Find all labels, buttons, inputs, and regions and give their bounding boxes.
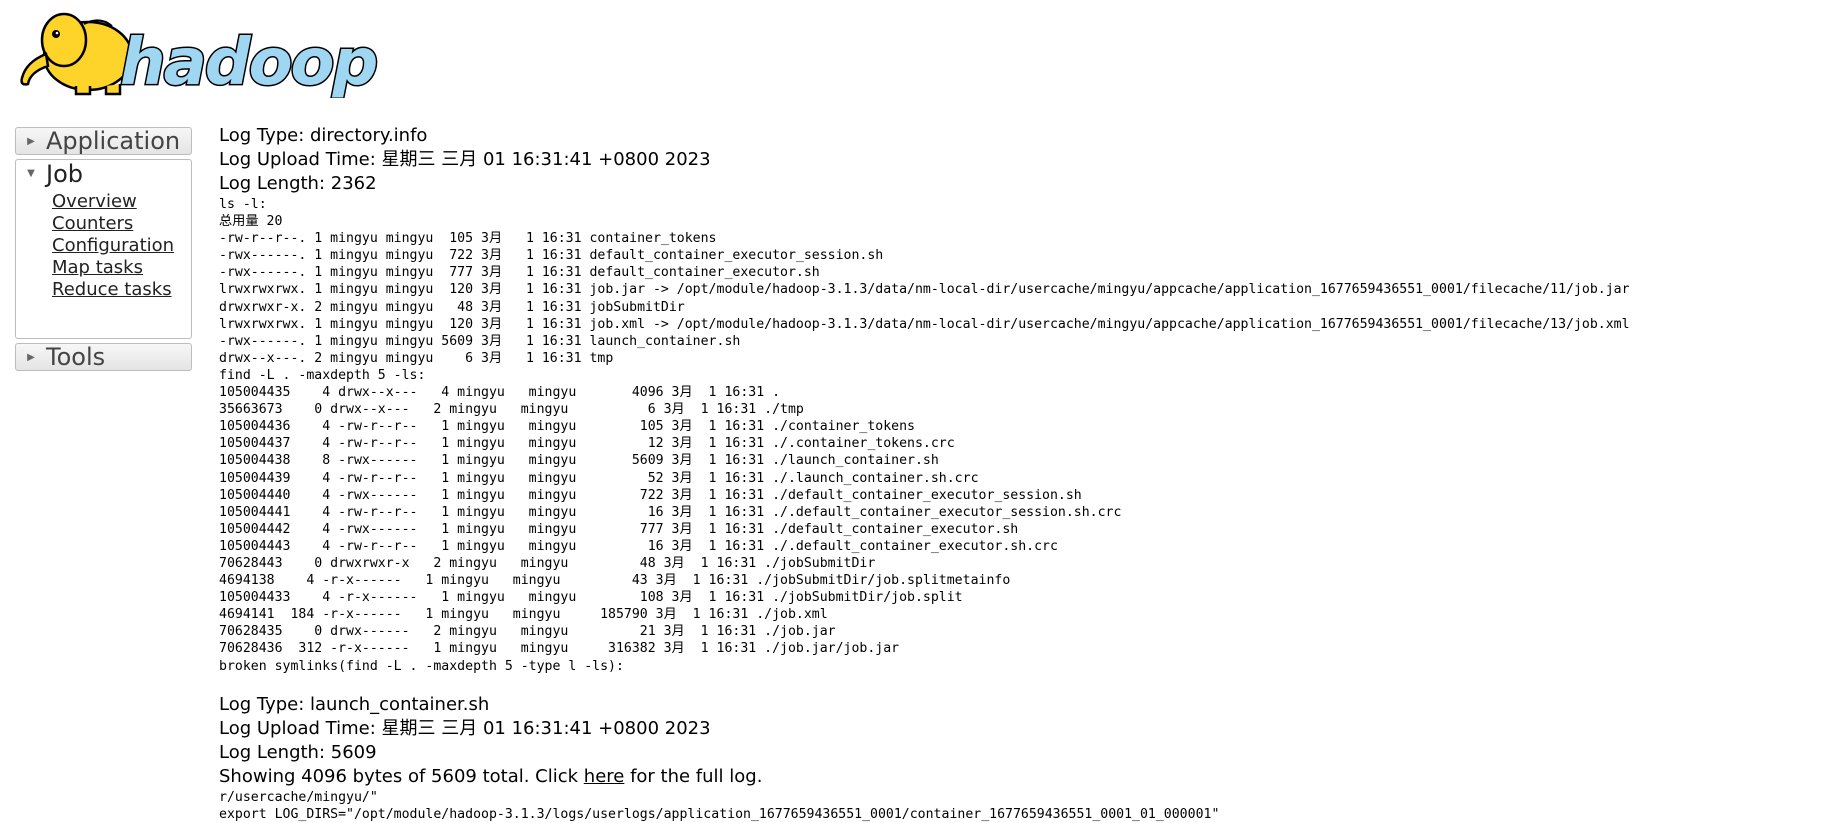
- log-text: ls -l: 总用量 20 -rw-r--r--. 1 mingyu mingy…: [219, 197, 1630, 674]
- log-type: Log Type: directory.info: [219, 125, 428, 146]
- log-content: Log Type: directory.info Log Upload Time…: [219, 124, 1809, 823]
- nav-panel-job: Overview Counters Configuration Map task…: [15, 187, 192, 339]
- chevron-right-icon: ▶: [27, 135, 35, 147]
- nav-link-configuration[interactable]: Configuration: [52, 235, 191, 257]
- nav-header-tools[interactable]: ▶ Tools: [15, 343, 192, 371]
- hadoop-logo: hadoop: [20, 12, 380, 98]
- log-upload-time: Log Upload Time: 星期三 三月 01 16:31:41 +080…: [219, 717, 711, 739]
- log-text: r/usercache/mingyu/" export LOG_DIRS="/o…: [219, 789, 1220, 822]
- log-length: Log Length: 5609: [219, 741, 377, 763]
- hadoop-wordmark: hadoop: [120, 26, 377, 98]
- showing-prefix: Showing 4096 bytes of 5609 total. Click: [219, 765, 584, 787]
- nav-link-overview[interactable]: Overview: [52, 191, 191, 213]
- nav-link-counters[interactable]: Counters: [52, 213, 191, 235]
- nav-link-reduce-tasks[interactable]: Reduce tasks: [52, 279, 191, 301]
- nav-header-label: Application: [46, 127, 181, 155]
- nav-link-map-tasks[interactable]: Map tasks: [52, 257, 191, 279]
- log-upload-time: Log Upload Time: 星期三 三月 01 16:31:41 +080…: [219, 149, 711, 170]
- nav-header-job[interactable]: ▼ Job: [15, 159, 192, 188]
- chevron-right-icon: ▶: [27, 351, 35, 363]
- log-type: Log Type: launch_container.sh: [219, 693, 490, 715]
- log-length: Log Length: 2362: [219, 173, 377, 194]
- sidebar-nav: ▶ Application ▼ Job Overview Counters Co…: [15, 127, 192, 371]
- full-log-link[interactable]: here: [584, 766, 625, 787]
- showing-suffix: for the full log.: [624, 765, 763, 787]
- log-showing-notice: Showing 4096 bytes of 5609 total. Click …: [219, 765, 1809, 789]
- chevron-down-icon: ▼: [27, 168, 35, 179]
- nav-header-application[interactable]: ▶ Application: [15, 127, 192, 155]
- nav-header-label: Job: [46, 159, 83, 188]
- nav-header-label: Tools: [46, 343, 106, 371]
